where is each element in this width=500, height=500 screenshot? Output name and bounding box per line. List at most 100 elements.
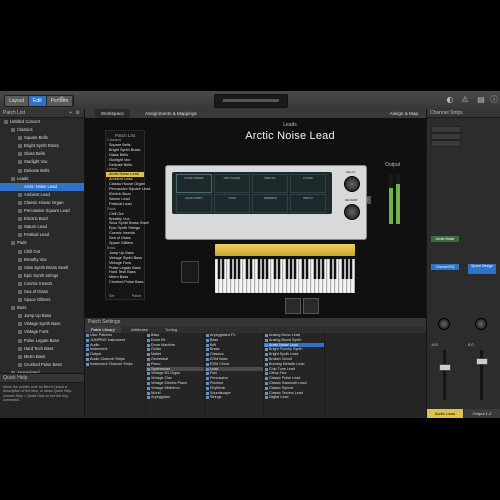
black-key[interactable] <box>345 259 349 279</box>
tree-patch[interactable]: Metro Bass <box>0 353 84 361</box>
library-item[interactable]: Strings <box>205 395 263 400</box>
tree-patch[interactable]: Epic Synth Strings <box>0 272 84 280</box>
black-key[interactable] <box>305 259 309 279</box>
tree-patch[interactable]: Starlight Vox <box>0 158 84 166</box>
tree-folder[interactable]: Classics <box>0 126 84 134</box>
piano-icon[interactable] <box>285 298 301 314</box>
black-key[interactable] <box>217 259 221 279</box>
info-icon[interactable]: ⓘ <box>489 95 499 105</box>
screen-cell[interactable]: DEPTH <box>290 194 326 213</box>
chevron-right-icon[interactable]: › <box>367 196 371 204</box>
tab-patch-library[interactable]: Patch Library <box>85 326 121 333</box>
tree-patch[interactable]: Glass Bells <box>0 150 84 158</box>
screen-cell[interactable]: TONE <box>214 194 250 213</box>
library-item[interactable]: Instrument Channel Strips <box>85 362 145 367</box>
edit-mode-button[interactable]: Edit <box>29 96 47 106</box>
tree-patch[interactable]: Electric Buzz <box>0 215 84 223</box>
tree-patch[interactable]: Ambient Lead <box>0 191 84 199</box>
tuner-icon[interactable]: ◐ <box>445 95 455 105</box>
patch-list-item[interactable]: Bright Synth Brass <box>106 148 144 153</box>
channel-name[interactable]: Output 1-2 <box>464 409 500 418</box>
black-key[interactable] <box>273 259 277 279</box>
tree-patch[interactable]: Delicate Bells <box>0 167 84 175</box>
tree-patch[interactable]: Square Bells <box>0 134 84 142</box>
audio-fx-slot[interactable]: Channel EQ <box>431 264 459 270</box>
library-item[interactable]: Arpeggiator <box>146 395 204 400</box>
black-key[interactable] <box>221 259 225 279</box>
instrument-slot[interactable]: Arctic Noise <box>431 236 459 242</box>
black-key[interactable] <box>245 259 249 279</box>
panic-icon[interactable]: ⚠ <box>460 95 470 105</box>
black-key[interactable] <box>329 259 333 279</box>
black-key[interactable] <box>341 259 345 279</box>
tree-patch[interactable]: Percussive Square Lead <box>0 207 84 215</box>
tree-patch[interactable]: Breathy Vox <box>0 256 84 264</box>
black-key[interactable] <box>277 259 281 279</box>
black-key[interactable] <box>261 259 265 279</box>
black-key[interactable] <box>289 259 293 279</box>
keyboard[interactable] <box>215 259 355 293</box>
black-key[interactable] <box>237 259 241 279</box>
screen-cell[interactable]: FILTER <box>290 174 326 193</box>
tab-workspace[interactable]: Workspace <box>95 109 130 118</box>
black-key[interactable] <box>317 259 321 279</box>
reverb-knob[interactable] <box>344 204 360 220</box>
wrench-icon[interactable]: ✎ <box>58 95 68 105</box>
black-key[interactable] <box>333 259 337 279</box>
volume-fader[interactable] <box>476 358 488 365</box>
eq-slot[interactable] <box>431 133 461 140</box>
pan-knob[interactable] <box>475 318 487 330</box>
screen-cell[interactable]: TREMBLE <box>252 194 288 213</box>
tree-patch[interactable]: Festival Lead <box>0 231 84 239</box>
channel-name[interactable]: Arctic Lead <box>427 409 463 418</box>
delay-knob[interactable] <box>344 176 360 192</box>
black-key[interactable] <box>257 259 261 279</box>
tree-patch[interactable]: Pulse Legato Bass <box>0 337 84 345</box>
tree-patch[interactable]: Space Glitters <box>0 296 84 304</box>
setting-slot[interactable] <box>431 126 461 133</box>
mod-strip[interactable] <box>215 244 355 256</box>
tree-patch[interactable]: Chill Out <box>0 248 84 256</box>
tree-patch[interactable]: Crushed Pulse Bass <box>0 361 84 369</box>
black-key[interactable] <box>301 259 305 279</box>
screen-cell[interactable]: DIRT SHAPE <box>214 174 250 193</box>
sustain-pedal-icon[interactable] <box>303 298 319 314</box>
screen-cell[interactable]: SPECIAL <box>252 174 288 193</box>
tree-root[interactable]: Untitled Concert <box>0 118 84 126</box>
library-item[interactable]: Digital Lead <box>264 395 324 400</box>
tab-assignments-mappings[interactable]: Assignments & Mappings <box>145 109 197 118</box>
black-key[interactable] <box>293 259 297 279</box>
screen-cell[interactable]: NOISE SWEEP <box>176 174 212 193</box>
screen-cell[interactable]: FLOAT DRIFT <box>176 194 212 213</box>
tree-patch[interactable]: Vintage Funk <box>0 328 84 336</box>
tree-patch[interactable]: Hard Tech Bass <box>0 345 84 353</box>
tree-patch[interactable]: Vintage Synth Bass <box>0 320 84 328</box>
tree-patch[interactable]: Sea of Glass <box>0 288 84 296</box>
tree-patch[interactable]: Jump Up Bass <box>0 312 84 320</box>
black-key[interactable] <box>229 259 233 279</box>
mod-wheels[interactable] <box>181 261 199 283</box>
black-key[interactable] <box>349 259 353 279</box>
tree-patch[interactable]: Arctic Noise Lead <box>0 182 84 191</box>
tree-patch[interactable]: Cosmic Insects <box>0 280 84 288</box>
patch-list-item[interactable]: Crushed Pulse Bass <box>106 280 144 285</box>
tree-folder[interactable]: Pads <box>0 239 84 247</box>
settings-icon[interactable]: ⚙ <box>76 109 80 117</box>
tree-folder[interactable]: Bass <box>0 304 84 312</box>
pan-knob[interactable] <box>438 318 450 330</box>
black-key[interactable] <box>265 259 269 279</box>
view-panels-icon[interactable]: ▤ <box>476 95 486 105</box>
black-key[interactable] <box>321 259 325 279</box>
prev-set-button[interactable]: Set <box>109 294 114 298</box>
tab-attributes[interactable]: Attributes <box>125 326 154 333</box>
next-patch-button[interactable]: Patch <box>132 294 141 298</box>
black-key[interactable] <box>249 259 253 279</box>
tree-patch[interactable]: Bright Synth Brass <box>0 142 84 150</box>
tree-patch[interactable]: Classic House Organ <box>0 199 84 207</box>
tab-tuning[interactable]: Tuning <box>159 326 183 333</box>
volume-fader[interactable] <box>439 364 451 371</box>
add-icon[interactable]: + <box>69 109 72 117</box>
midi-fx-slot[interactable] <box>431 140 461 147</box>
black-key[interactable] <box>233 259 237 279</box>
assign-map-button[interactable]: Assign & Map <box>390 109 418 118</box>
